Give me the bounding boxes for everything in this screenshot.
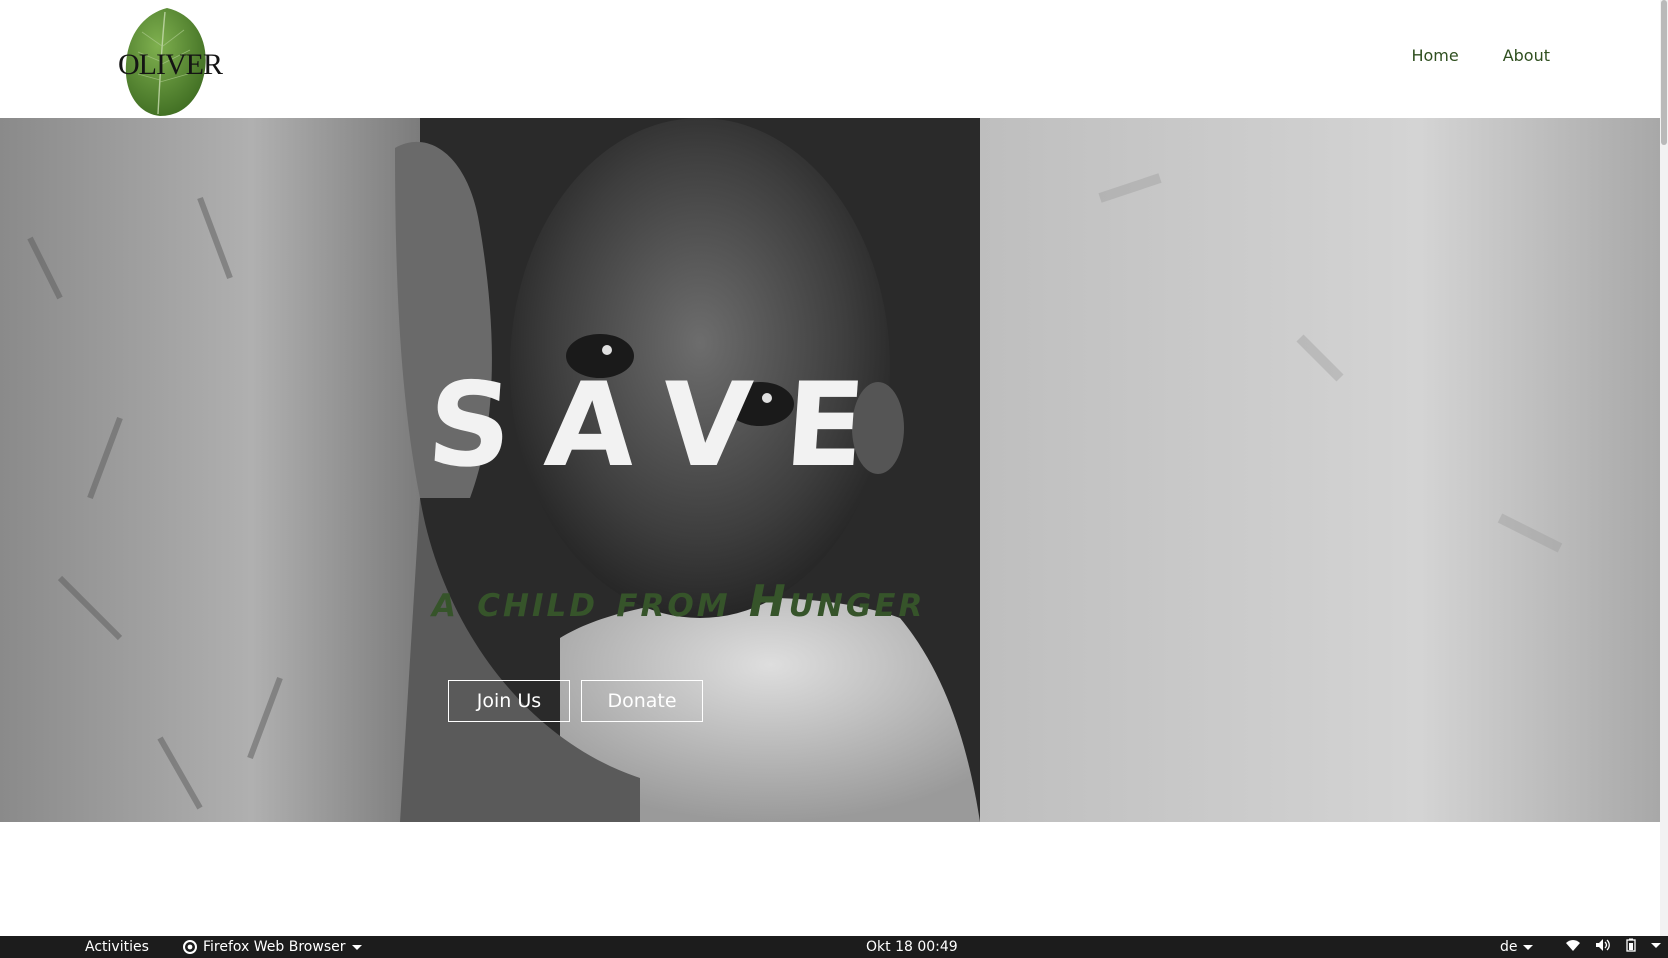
logo-text: OLIVER <box>118 48 223 81</box>
join-us-button[interactable]: Join Us <box>448 680 570 722</box>
chevron-down-icon <box>351 944 362 950</box>
site-header: OLIVER Home About <box>0 0 1660 118</box>
app-menu[interactable]: Firefox Web Browser <box>183 938 362 956</box>
volume-icon <box>1596 939 1610 951</box>
activities-button[interactable]: Activities <box>85 938 149 956</box>
system-top-bar: Activities Firefox Web Browser Okt 18 00… <box>0 936 1668 958</box>
system-tray[interactable] <box>1565 938 1661 952</box>
app-menu-label: Firefox Web Browser <box>203 939 346 955</box>
hero-banner: SAVE a child from Hunger Join Us Donate <box>0 118 1660 822</box>
main-nav: Home About <box>1411 46 1550 65</box>
battery-icon <box>1626 938 1636 952</box>
browser-page: OLIVER Home About SAVE a child from Hung… <box>0 0 1668 958</box>
page-scrollbar[interactable] <box>1660 0 1668 936</box>
chevron-down-icon <box>1522 944 1533 950</box>
hero-title: SAVE <box>423 358 904 493</box>
firefox-icon <box>183 940 197 954</box>
donate-button[interactable]: Donate <box>581 680 703 722</box>
clock[interactable]: Okt 18 00:49 <box>866 938 958 956</box>
hero-subtitle: a child from Hunger <box>432 576 926 627</box>
nav-link-about[interactable]: About <box>1503 46 1550 65</box>
scrollbar-thumb[interactable] <box>1661 0 1667 145</box>
nav-link-home[interactable]: Home <box>1411 46 1458 65</box>
oliver-logo[interactable]: OLIVER <box>118 6 223 118</box>
keyboard-layout-indicator[interactable]: de <box>1500 938 1533 956</box>
hero-buttons: Join Us Donate <box>448 680 703 722</box>
keyboard-layout-label: de <box>1500 939 1518 955</box>
system-menu-icon <box>1651 942 1661 948</box>
wifi-icon <box>1566 940 1580 951</box>
